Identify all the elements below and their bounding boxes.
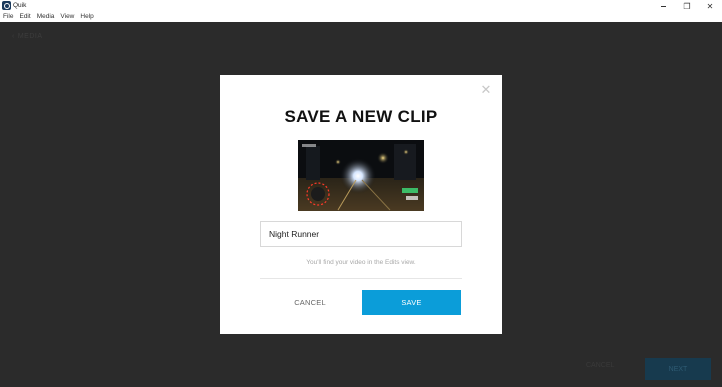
close-window-button[interactable]: ✕ <box>698 0 722 12</box>
save-button[interactable]: SAVE <box>362 290 461 315</box>
background-next-button: NEXT <box>645 358 711 380</box>
menu-media[interactable]: Media <box>37 12 55 22</box>
save-location-hint: You'll find your video in the Edits view… <box>306 259 416 266</box>
window-title: Quik <box>13 2 27 9</box>
menu-help[interactable]: Help <box>80 12 93 22</box>
close-icon[interactable]: ✕ <box>480 83 492 96</box>
title-bar: Quik ❐ ✕ <box>0 0 722 12</box>
chevron-left-icon: ‹ <box>12 33 15 40</box>
save-clip-dialog: ✕ SAVE A NEW CLIP Night Runner You'll fi… <box>220 75 502 334</box>
night-street-image <box>298 140 424 211</box>
clip-thumbnail <box>298 140 424 211</box>
menu-file[interactable]: File <box>3 12 13 22</box>
cancel-button[interactable]: CANCEL <box>260 290 360 315</box>
background-cancel-button: CANCEL <box>586 362 615 369</box>
menu-view[interactable]: View <box>60 12 74 22</box>
clip-name-input[interactable] <box>260 221 462 247</box>
back-link-label: MEDIA <box>17 33 43 40</box>
menu-edit[interactable]: Edit <box>19 12 30 22</box>
dialog-title: SAVE A NEW CLIP <box>284 107 438 126</box>
back-to-media-link[interactable]: ‹ MEDIA <box>12 33 43 40</box>
menu-bar: File Edit Media View Help <box>0 12 722 22</box>
minimize-button[interactable] <box>651 0 675 12</box>
quik-app-icon <box>2 1 11 10</box>
divider <box>260 278 462 279</box>
maximize-button[interactable]: ❐ <box>675 0 699 12</box>
